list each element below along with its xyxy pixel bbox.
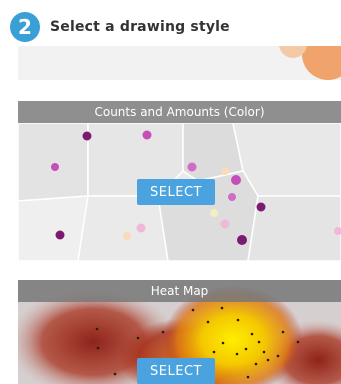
dot-pale: [221, 167, 229, 175]
point: [212, 350, 216, 354]
style-card-title: Counts and Amounts (Color): [18, 101, 341, 123]
orange-symbol: [302, 46, 341, 80]
point: [220, 306, 224, 310]
point: [136, 336, 140, 340]
point: [95, 327, 99, 331]
point: [221, 341, 225, 345]
point: [246, 375, 250, 379]
dot-dark: [82, 131, 92, 141]
point: [281, 330, 285, 334]
point: [262, 350, 266, 354]
step-number-badge: 2: [10, 12, 40, 42]
point: [266, 358, 270, 362]
point: [257, 340, 261, 344]
point: [235, 352, 239, 356]
point: [161, 330, 165, 334]
point: [296, 340, 300, 344]
dot-light: [136, 223, 146, 233]
point: [96, 346, 100, 350]
style-card-heat-map[interactable]: Heat Map SELECT: [18, 280, 341, 384]
point: [206, 320, 210, 324]
dot-dark: [55, 230, 65, 240]
point: [244, 347, 248, 351]
dot-pale: [123, 232, 131, 240]
point: [236, 318, 240, 322]
select-button-counts[interactable]: SELECT: [137, 179, 215, 205]
dot-dark: [237, 235, 247, 245]
state-region: [18, 122, 89, 202]
step-header: 2 Select a drawing style: [10, 10, 230, 44]
dot-mid: [231, 175, 241, 185]
point: [113, 372, 117, 376]
dot-mid: [187, 162, 197, 172]
style-card-counts-color[interactable]: Counts and Amounts (Color) SELECT: [18, 101, 341, 261]
point: [250, 332, 254, 336]
select-button-heat-map[interactable]: SELECT: [137, 358, 215, 384]
dot-mid: [51, 163, 59, 171]
dot-mid: [142, 130, 152, 140]
point: [191, 308, 195, 312]
point: [254, 362, 258, 366]
dot-mid: [228, 193, 236, 201]
partial-map-preview: [279, 46, 341, 80]
dot-dark: [256, 202, 266, 212]
style-card-title: Heat Map: [18, 280, 341, 302]
dot-light: [220, 219, 230, 229]
style-card-partial[interactable]: [18, 46, 341, 80]
state-region: [77, 195, 169, 261]
point: [276, 354, 280, 358]
state-region: [18, 195, 89, 261]
dot-pale: [210, 209, 218, 217]
step-title: Select a drawing style: [50, 19, 230, 35]
